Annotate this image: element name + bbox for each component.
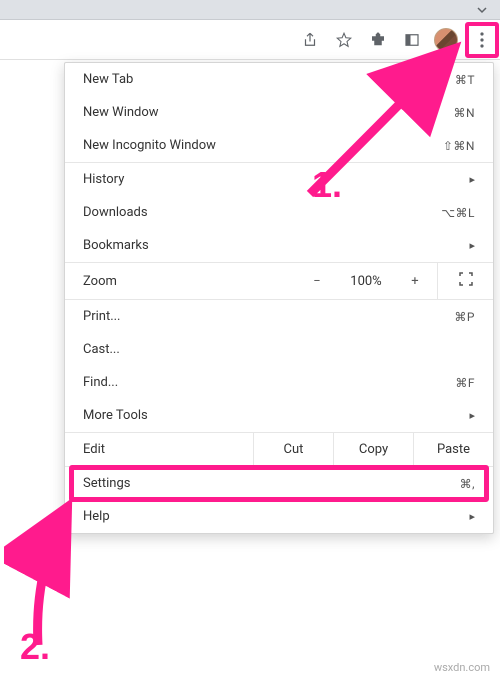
menu-shortcut: ⌘P xyxy=(454,310,475,324)
kebab-menu-button[interactable] xyxy=(468,25,496,55)
menu-label: History xyxy=(83,172,457,187)
menu-label: Bookmarks xyxy=(83,238,457,253)
watermark: wsxdn.com xyxy=(434,661,490,674)
menu-label: New Incognito Window xyxy=(83,138,443,153)
zoom-out-button[interactable]: − xyxy=(295,265,339,298)
submenu-arrow-icon: ▸ xyxy=(465,409,475,422)
browser-toolbar xyxy=(0,20,500,60)
menu-cast[interactable]: Cast... xyxy=(65,333,493,366)
submenu-arrow-icon: ▸ xyxy=(465,173,475,186)
menu-new-window[interactable]: New Window ⌘N xyxy=(65,96,493,129)
zoom-value: 100% xyxy=(339,265,393,298)
extensions-icon[interactable] xyxy=(366,28,390,52)
zoom-in-button[interactable]: + xyxy=(393,265,437,298)
menu-shortcut: ⇧⌘N xyxy=(443,139,475,153)
edit-copy-button[interactable]: Copy xyxy=(333,433,413,466)
menu-downloads[interactable]: Downloads ⌥⌘L xyxy=(65,196,493,229)
zoom-controls: − 100% + xyxy=(295,263,493,299)
menu-find[interactable]: Find... ⌘F xyxy=(65,366,493,399)
sidepanel-icon[interactable] xyxy=(400,28,424,52)
menu-zoom-row: Zoom − 100% + xyxy=(65,263,493,299)
star-icon[interactable] xyxy=(332,28,356,52)
menu-label: Zoom xyxy=(65,265,295,298)
menu-label: Help xyxy=(83,509,457,524)
edit-paste-button[interactable]: Paste xyxy=(413,433,493,466)
menu-print[interactable]: Print... ⌘P xyxy=(65,300,493,333)
menu-shortcut: ⌘, xyxy=(460,477,475,491)
menu-more-tools[interactable]: More Tools ▸ xyxy=(65,399,493,432)
menu-shortcut: ⌘T xyxy=(455,73,475,87)
menu-help[interactable]: Help ▸ xyxy=(65,500,493,533)
menu-label: Find... xyxy=(83,375,455,390)
edit-cut-button[interactable]: Cut xyxy=(253,433,333,466)
menu-settings[interactable]: Settings ⌘, xyxy=(65,467,493,500)
menu-new-incognito[interactable]: New Incognito Window ⇧⌘N xyxy=(65,129,493,162)
annotation-number-2: 2. xyxy=(20,626,50,668)
submenu-arrow-icon: ▸ xyxy=(465,239,475,252)
menu-label: New Window xyxy=(83,105,453,120)
menu-label: Print... xyxy=(83,309,454,324)
menu-shortcut: ⌥⌘L xyxy=(441,206,475,220)
menu-label: New Tab xyxy=(83,72,455,87)
tab-strip xyxy=(0,0,500,20)
menu-label: Downloads xyxy=(83,205,441,220)
menu-shortcut: ⌘N xyxy=(453,106,475,120)
menu-edit-row: Edit Cut Copy Paste xyxy=(65,433,493,466)
fullscreen-button[interactable] xyxy=(437,263,493,299)
menu-new-tab[interactable]: New Tab ⌘T xyxy=(65,63,493,96)
submenu-arrow-icon: ▸ xyxy=(465,510,475,523)
menu-label: Settings xyxy=(83,476,460,491)
menu-label: More Tools xyxy=(83,408,457,423)
menu-bookmarks[interactable]: Bookmarks ▸ xyxy=(65,229,493,262)
menu-shortcut: ⌘F xyxy=(455,376,475,390)
tab-chevron-icon[interactable] xyxy=(476,4,488,19)
menu-label: Cast... xyxy=(83,342,475,357)
chrome-menu: New Tab ⌘T New Window ⌘N New Incognito W… xyxy=(64,62,494,534)
menu-history[interactable]: History ▸ xyxy=(65,163,493,196)
menu-label: Edit xyxy=(65,433,253,466)
profile-avatar[interactable] xyxy=(434,28,458,52)
share-icon[interactable] xyxy=(298,28,322,52)
